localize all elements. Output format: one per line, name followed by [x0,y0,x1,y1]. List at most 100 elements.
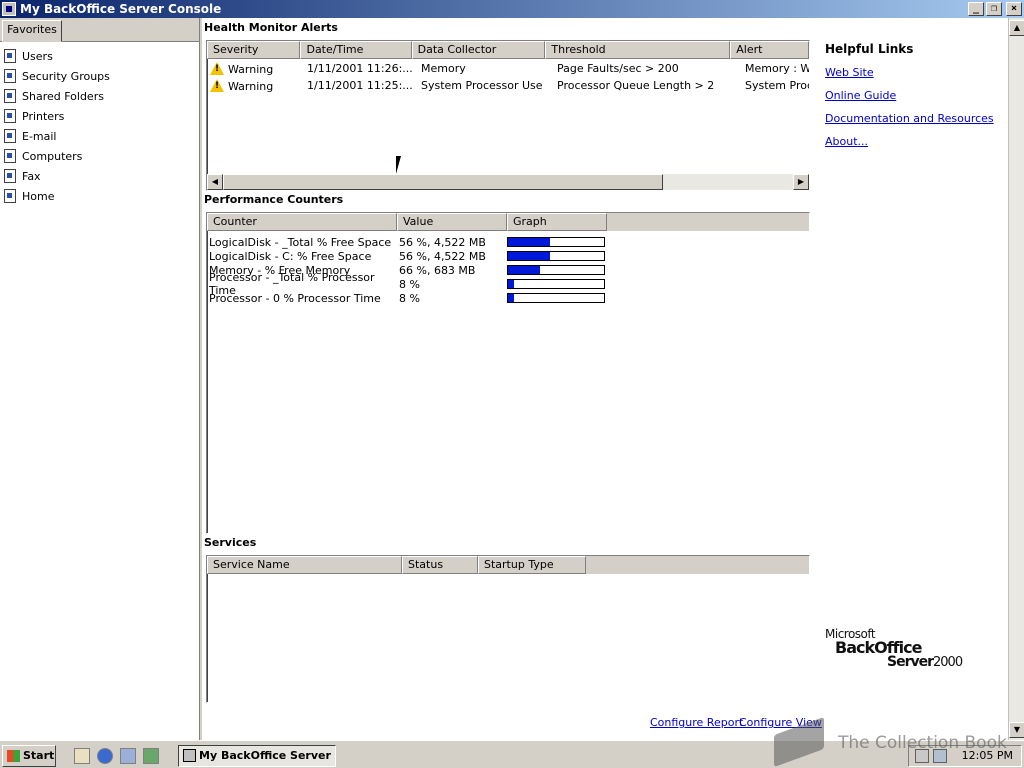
graph-bar [507,293,605,303]
page-icon [4,129,16,143]
favorite-item-shared-folders[interactable]: Shared Folders [0,86,199,106]
health-alerts-list[interactable]: Severity Date/Time Data Collector Thresh… [206,40,810,191]
graph-bar [507,265,605,275]
favorites-tabbar: Favorites [0,18,199,42]
helpful-links-title: Helpful Links [825,42,914,56]
counter-cell: Processor - 0 % Processor Time [209,291,381,305]
watermark-text: The Collection Book [838,733,1007,753]
start-button[interactable]: Start [2,745,56,767]
column-data-collector[interactable]: Data Collector [411,41,546,59]
tab-favorites[interactable]: Favorites [2,20,62,42]
logo-server: Server2000 [887,654,963,670]
start-label: Start [23,749,55,762]
scroll-left-button[interactable]: ◀ [207,174,223,190]
table-row[interactable]: Warning 1/11/2001 11:26:... Memory Page … [207,60,809,77]
minimize-button[interactable]: _ [968,2,984,16]
restore-button[interactable]: ❐ [986,2,1002,16]
health-horizontal-scrollbar[interactable]: ◀ ▶ [207,174,809,190]
column-severity[interactable]: Severity [207,41,301,59]
collector-cell: System Processor Use [421,79,543,92]
graph-bar [507,251,605,261]
favorite-item-fax[interactable]: Fax [0,166,199,186]
warning-icon [210,61,224,75]
page-icon [4,149,16,163]
column-graph[interactable]: Graph [507,213,607,231]
value-cell: 56 %, 4,522 MB [399,235,486,249]
column-datetime[interactable]: Date/Time [300,41,412,59]
favorite-label: Shared Folders [22,89,104,103]
window-title: My BackOffice Server Console [20,2,222,16]
severity-text: Warning [228,79,274,93]
threshold-cell: Processor Queue Length > 2 [557,79,715,92]
table-row[interactable]: Warning 1/11/2001 11:25:... System Proce… [207,77,809,94]
scroll-up-button[interactable]: ▲ [1009,20,1024,36]
network-icon[interactable] [120,748,136,764]
internet-explorer-icon[interactable] [97,748,113,764]
favorite-item-printers[interactable]: Printers [0,106,199,126]
value-cell: 8 % [399,291,420,305]
column-value[interactable]: Value [397,213,507,231]
column-alert[interactable]: Alert [730,41,809,59]
page-icon [4,69,16,83]
performance-counters-title: Performance Counters [204,193,344,206]
logo-server-word: Server [887,654,934,670]
column-threshold[interactable]: Threshold [545,41,731,59]
datetime-cell: 1/11/2001 11:25:... [307,79,413,92]
logo-year: 2000 [933,655,963,670]
main-vertical-scrollbar[interactable]: ▲ ▼ [1008,18,1024,740]
table-row[interactable]: Processor - 0 % Processor Time 8 % [207,291,809,305]
backoffice-server-logo: Microsoft BackOffice Server2000 [825,627,963,670]
column-status[interactable]: Status [402,556,478,574]
alert-cell: Memory : Wai [745,62,809,75]
column-service-name[interactable]: Service Name [207,556,402,574]
warning-icon [210,78,224,92]
graph-fill [508,252,551,260]
favorites-list: Users Security Groups Shared Folders Pri… [0,42,199,206]
windows-logo-icon [7,750,20,762]
taskbar-item-console[interactable]: My BackOffice Server ... [178,745,336,767]
page-icon [4,169,16,183]
favorite-item-users[interactable]: Users [0,46,199,66]
alert-cell: System Proce [745,79,809,92]
column-startup-type[interactable]: Startup Type [478,556,586,574]
favorite-item-email[interactable]: E-mail [0,126,199,146]
scroll-right-button[interactable]: ▶ [793,174,809,190]
graph-fill [508,238,551,246]
severity-text: Warning [228,62,274,76]
show-desktop-icon[interactable] [74,748,90,764]
value-cell: 8 % [399,277,420,291]
favorite-item-computers[interactable]: Computers [0,146,199,166]
window-title-bar[interactable]: My BackOffice Server Console _ ❐ × [0,0,1024,18]
graph-bar [507,279,605,289]
performance-header: Counter Value Graph [207,213,809,231]
services-list[interactable]: Service Name Status Startup Type [206,555,810,703]
scroll-down-button[interactable]: ▼ [1009,722,1024,738]
quick-launch-icon[interactable] [143,748,159,764]
table-row[interactable]: LogicalDisk - C: % Free Space 56 %, 4,522… [207,249,809,263]
graph-fill [508,266,540,274]
link-documentation-resources[interactable]: Documentation and Resources [825,112,994,125]
close-button[interactable]: × [1006,2,1022,16]
graph-fill [508,294,514,302]
favorite-label: Fax [22,169,41,183]
scroll-thumb[interactable] [223,174,663,190]
counter-cell: LogicalDisk - _Total % Free Space [209,235,392,249]
app-icon[interactable] [2,2,16,16]
link-online-guide[interactable]: Online Guide [825,89,994,102]
performance-counters-list[interactable]: Counter Value Graph LogicalDisk - _Total… [206,212,810,534]
threshold-cell: Page Faults/sec > 200 [557,62,679,75]
column-counter[interactable]: Counter [207,213,397,231]
health-alerts-header: Severity Date/Time Data Collector Thresh… [207,41,809,59]
table-row[interactable]: Processor - _Total % Processor Time 8 % [207,271,809,297]
logo-backoffice: BackOffice [835,638,922,657]
link-about[interactable]: About... [825,135,994,148]
configure-report-link[interactable]: Configure Report [650,716,743,729]
favorite-label: Security Groups [22,69,110,83]
link-web-site[interactable]: Web Site [825,66,994,79]
page-icon [4,109,16,123]
favorite-item-security-groups[interactable]: Security Groups [0,66,199,86]
table-row[interactable]: LogicalDisk - _Total % Free Space 56 %, 4… [207,235,809,249]
graph-bar [507,237,605,247]
favorite-label: Printers [22,109,65,123]
favorite-item-home[interactable]: Home [0,186,199,206]
